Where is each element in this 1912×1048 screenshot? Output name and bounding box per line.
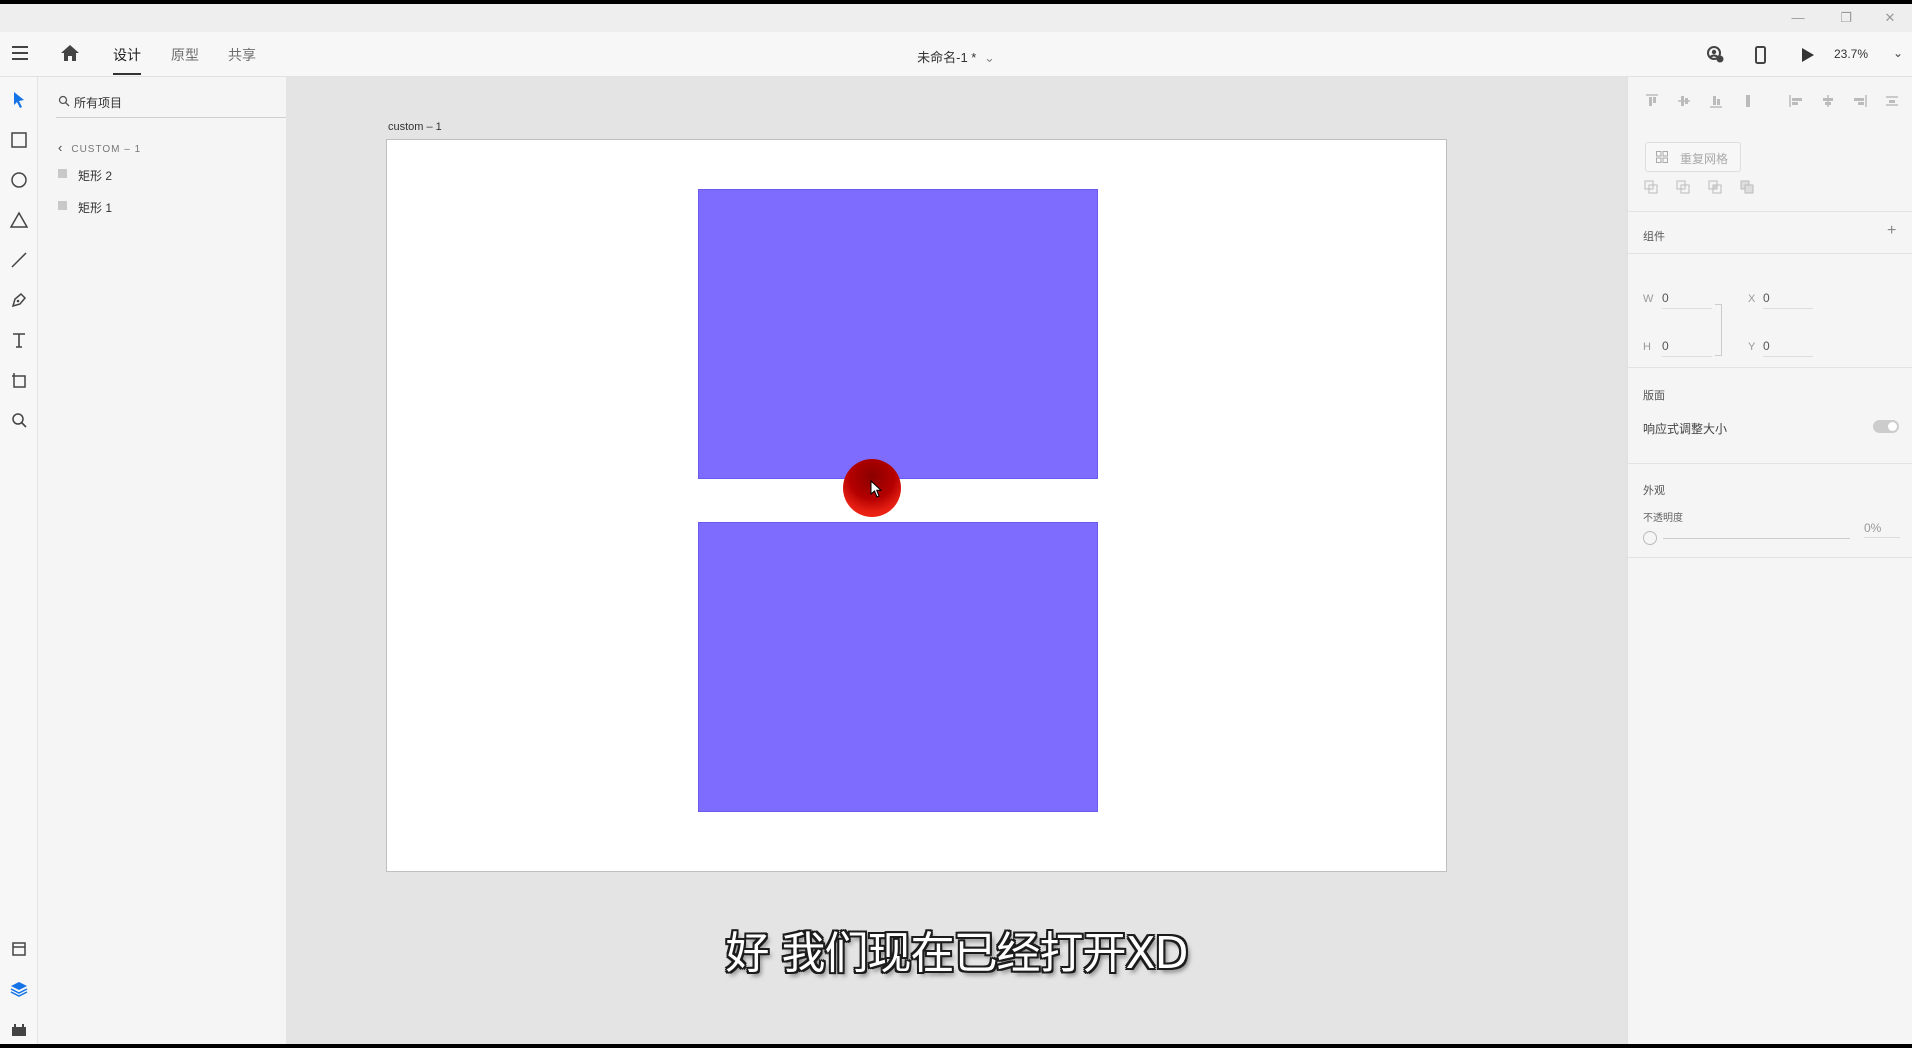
appearance-section-title: 外观 (1643, 485, 1665, 497)
restore-button[interactable]: ❐ (1826, 8, 1866, 28)
boolean-exclude-icon[interactable] (1740, 180, 1754, 194)
user-share-icon[interactable] (1705, 45, 1725, 65)
tab-share[interactable]: 共享 (228, 45, 256, 75)
zoom-tool-icon[interactable] (9, 410, 29, 430)
opacity-slider-track[interactable] (1663, 538, 1850, 539)
menu-icon[interactable] (12, 46, 28, 60)
transform-section: W 0 H 0 X 0 Y 0 (1628, 253, 1912, 368)
ellipse-tool-icon[interactable] (9, 170, 29, 190)
layers-filter[interactable]: 所有项目 (56, 89, 314, 118)
distribute-horizontal-icon[interactable] (1884, 93, 1900, 109)
document-title-text: 未命名-1 * (917, 50, 977, 65)
assets-icon[interactable] (9, 939, 29, 959)
layer-item-rect-2[interactable]: 矩形 2 (58, 164, 298, 186)
artboard-section: 版面 响应式调整大小 (1628, 367, 1912, 464)
line-tool-icon[interactable] (9, 250, 29, 270)
rectangle-2[interactable] (698, 189, 1098, 479)
chevron-left-icon[interactable]: ‹ (58, 140, 63, 155)
chevron-down-icon[interactable]: ⌄ (1893, 46, 1903, 60)
layer-item-label: 矩形 2 (78, 169, 113, 183)
boolean-add-icon[interactable] (1644, 180, 1658, 194)
video-subtitle: 好 我们现在已经打开XD (725, 928, 1188, 979)
align-center-icon[interactable] (1820, 93, 1836, 109)
title-bar: — ❐ ✕ (0, 4, 1912, 32)
layers-panel: 所有项目 ‹ CUSTOM – 1 矩形 2 矩形 1 (38, 77, 314, 1044)
appearance-section: 外观 不透明度 0% (1628, 463, 1912, 558)
distribute-vertical-icon[interactable] (1740, 93, 1756, 109)
add-component-button[interactable]: + (1887, 222, 1896, 240)
rectangle-icon (58, 169, 67, 178)
mobile-device-icon[interactable] (1750, 45, 1770, 65)
zoom-level[interactable]: 23.7% (1834, 47, 1868, 61)
boolean-subtract-icon[interactable] (1676, 180, 1690, 194)
repeat-grid-icon (1656, 151, 1668, 163)
breadcrumb-label: CUSTOM – 1 (71, 144, 142, 155)
tool-bar (0, 77, 38, 1044)
rectangle-1[interactable] (698, 522, 1098, 812)
component-section-title: 组件 (1643, 231, 1665, 243)
close-button[interactable]: ✕ (1870, 8, 1910, 28)
text-tool-icon[interactable] (9, 330, 29, 350)
artboard[interactable] (386, 139, 1447, 872)
breadcrumb[interactable]: ‹ CUSTOM – 1 (58, 140, 141, 155)
pen-tool-icon[interactable] (9, 290, 29, 310)
y-field[interactable]: 0 (1763, 339, 1813, 357)
opacity-slider-handle[interactable] (1643, 531, 1657, 545)
select-tool-icon[interactable] (9, 90, 29, 110)
boolean-intersect-icon[interactable] (1708, 180, 1722, 194)
mouse-cursor-icon (870, 480, 883, 498)
app-header: 设计 原型 共享 未命名-1 * ⌄ 23.7% ⌄ (0, 32, 1912, 77)
layers-icon[interactable] (9, 979, 29, 999)
responsive-resize-toggle[interactable] (1873, 420, 1899, 433)
align-top-icon[interactable] (1644, 93, 1660, 109)
lock-aspect-icon[interactable] (1715, 304, 1722, 356)
rectangle-tool-icon[interactable] (9, 130, 29, 150)
layer-item-label: 矩形 1 (78, 201, 113, 215)
height-field[interactable]: 0 (1662, 339, 1712, 357)
align-middle-icon[interactable] (1676, 93, 1692, 109)
artboard-label[interactable]: custom – 1 (388, 121, 442, 133)
layer-item-rect-1[interactable]: 矩形 1 (58, 196, 298, 218)
y-label: Y (1748, 341, 1756, 353)
repeat-grid-label: 重复网格 (1680, 152, 1729, 166)
opacity-label: 不透明度 (1643, 513, 1683, 524)
width-label: W (1643, 293, 1654, 305)
x-field[interactable]: 0 (1763, 291, 1813, 309)
canvas[interactable]: custom – 1 好 我们现在已经打开XD (286, 77, 1627, 1044)
tab-prototype[interactable]: 原型 (171, 45, 199, 75)
tab-design[interactable]: 设计 (113, 45, 141, 75)
grid-and-boolean-section: 重复网格 (1628, 125, 1912, 212)
property-inspector: 重复网格 组件 + W 0 H 0 X 0 Y 0 版面 响应式调整大小 外观 … (1627, 77, 1912, 1044)
responsive-resize-label: 响应式调整大小 (1643, 422, 1728, 436)
x-label: X (1748, 293, 1756, 305)
align-left-icon[interactable] (1788, 93, 1804, 109)
artboard-section-title: 版面 (1643, 390, 1665, 402)
search-icon (58, 95, 70, 107)
home-icon[interactable] (60, 44, 80, 62)
play-icon[interactable] (1797, 45, 1817, 65)
align-toolbar (1628, 77, 1912, 125)
minimize-button[interactable]: — (1778, 8, 1818, 28)
opacity-field[interactable]: 0% (1864, 521, 1900, 538)
document-title[interactable]: 未命名-1 * ⌄ (0, 47, 1912, 66)
component-section: 组件 + (1628, 211, 1912, 254)
chevron-down-icon[interactable]: ⌄ (984, 50, 995, 65)
plugins-icon[interactable] (9, 1019, 29, 1039)
polygon-tool-icon[interactable] (9, 210, 29, 230)
height-label: H (1643, 341, 1651, 353)
layers-filter-label: 所有项目 (74, 96, 123, 110)
xd-app-window: — ❐ ✕ 设计 原型 共享 未命名-1 * ⌄ 23.7% ⌄ 所有项目 ‹ … (0, 4, 1912, 1044)
align-bottom-icon[interactable] (1708, 93, 1724, 109)
artboard-tool-icon[interactable] (9, 370, 29, 390)
repeat-grid-button[interactable]: 重复网格 (1645, 142, 1741, 172)
rectangle-icon (58, 201, 67, 210)
align-right-icon[interactable] (1852, 93, 1868, 109)
width-field[interactable]: 0 (1662, 291, 1712, 309)
